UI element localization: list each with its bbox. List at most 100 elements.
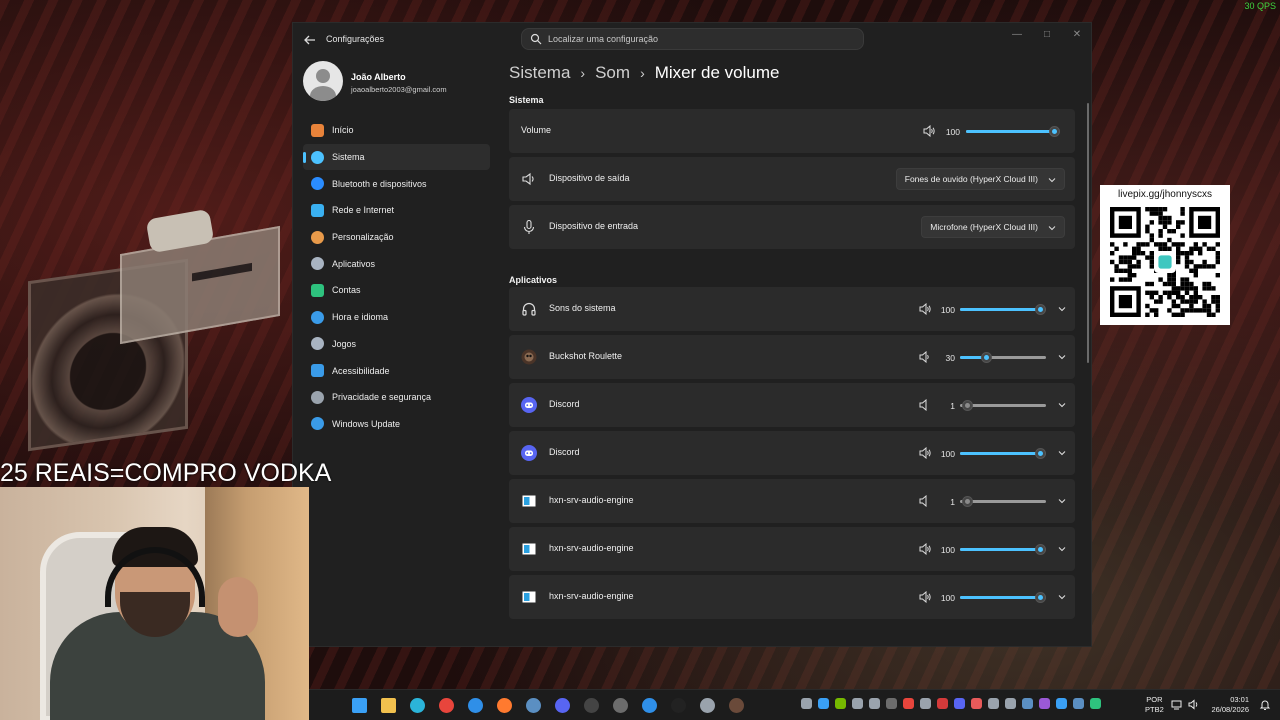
slider-thumb[interactable] — [1035, 304, 1046, 315]
tray-app-icon[interactable] — [818, 698, 829, 709]
tray-app-icon[interactable] — [886, 698, 897, 709]
settings-icon[interactable] — [697, 695, 718, 716]
speaker-volume-icon[interactable] — [919, 351, 931, 363]
buckshot-roulette-icon — [521, 349, 537, 365]
breadcrumb-sistema[interactable]: Sistema — [509, 63, 570, 82]
input-device-dropdown[interactable]: Microfone (HyperX Cloud III) — [921, 216, 1065, 238]
sidebar-item-bluetooth[interactable]: Bluetooth e dispositivos — [303, 170, 490, 197]
tray-app-icon[interactable] — [801, 698, 812, 709]
slider-thumb[interactable] — [1035, 448, 1046, 459]
sidebar-item-brush[interactable]: Personalização — [303, 224, 490, 251]
app-volume-value: 100 — [940, 545, 955, 555]
tray-app-icon[interactable] — [1022, 698, 1033, 709]
sidebar-item-apps[interactable]: Aplicativos — [303, 250, 490, 277]
clock[interactable]: 03:01 26/08/2026 — [1205, 695, 1249, 715]
file-explorer-icon[interactable] — [378, 695, 399, 716]
tray-app-icon[interactable] — [835, 698, 846, 709]
expand-chevron-icon[interactable] — [1057, 496, 1067, 506]
sidebar-item-label: Início — [332, 125, 354, 136]
slider-thumb[interactable] — [1049, 126, 1060, 137]
speaker-volume-icon[interactable] — [923, 125, 935, 137]
battlenet-2-icon-glyph — [642, 698, 657, 713]
master-volume-slider[interactable] — [966, 126, 1060, 137]
maximize-button[interactable]: □ — [1036, 26, 1058, 44]
minimize-button[interactable]: — — [1006, 26, 1028, 44]
output-device-label: Dispositivo de saída — [549, 173, 630, 183]
tray-app-icon[interactable] — [869, 698, 880, 709]
tray-app-icon[interactable] — [954, 698, 965, 709]
tray-app-icon[interactable] — [971, 698, 982, 709]
slider-thumb[interactable] — [961, 496, 973, 507]
speaker-volume-icon[interactable] — [919, 543, 931, 555]
slider-fill — [960, 308, 1040, 311]
breadcrumb-som[interactable]: Som — [595, 63, 630, 82]
nvidia-icon[interactable] — [610, 695, 631, 716]
output-device-dropdown[interactable]: Fones de ouvido (HyperX Cloud III) — [895, 168, 1065, 190]
chrome-icon[interactable] — [436, 695, 457, 716]
tray-app-icon[interactable] — [988, 698, 999, 709]
app-volume-slider[interactable] — [960, 352, 1046, 363]
app-volume-slider[interactable] — [960, 448, 1046, 459]
notification-bell-icon[interactable] — [1259, 699, 1271, 711]
expand-chevron-icon[interactable] — [1057, 400, 1067, 410]
discord-icon[interactable] — [552, 695, 573, 716]
sidebar-item-wifi[interactable]: Rede e Internet — [303, 197, 490, 224]
slider-thumb[interactable] — [980, 352, 992, 363]
tray-app-icon[interactable] — [920, 698, 931, 709]
edge-icon[interactable] — [407, 695, 428, 716]
tray-app-icon[interactable] — [1090, 698, 1101, 709]
tray-app-icon[interactable] — [1005, 698, 1016, 709]
sidebar-item-windows-update[interactable]: Windows Update — [303, 411, 490, 438]
app-volume-slider[interactable] — [960, 496, 1046, 507]
sidebar-item-accounts[interactable]: Contas — [303, 277, 490, 304]
sidebar-item-system[interactable]: Sistema — [303, 143, 490, 171]
back-arrow-icon[interactable] — [303, 33, 317, 47]
slider-thumb[interactable] — [961, 400, 973, 411]
language-indicator[interactable]: POR PTB2 — [1145, 695, 1164, 715]
windows-start-icon[interactable] — [349, 695, 370, 716]
sidebar-item-home[interactable]: Início — [303, 117, 490, 144]
firefox-icon[interactable] — [494, 695, 515, 716]
expand-chevron-icon[interactable] — [1057, 592, 1067, 602]
sidebar-item-shield[interactable]: Privacidade e segurança — [303, 384, 490, 411]
obs-icon[interactable] — [581, 695, 602, 716]
battlenet-icon[interactable] — [465, 695, 486, 716]
slider-thumb[interactable] — [1035, 592, 1046, 603]
speaker-volume-icon[interactable] — [919, 591, 931, 603]
app-volume-slider[interactable] — [960, 544, 1046, 555]
expand-chevron-icon[interactable] — [1057, 352, 1067, 362]
search-box[interactable] — [521, 28, 864, 50]
windows-start-icon-glyph — [352, 698, 367, 713]
steam-icon[interactable] — [523, 695, 544, 716]
app-volume-slider[interactable] — [960, 592, 1046, 603]
search-input[interactable] — [548, 31, 848, 47]
buckshot-roulette-icon[interactable] — [726, 695, 747, 716]
app-volume-row: hxn-srv-audio-engine 100 — [509, 527, 1075, 571]
sidebar-item-clock-globe[interactable]: Hora e idioma — [303, 304, 490, 331]
sidebar-item-gamepad[interactable]: Jogos — [303, 331, 490, 358]
tray-app-icon[interactable] — [1056, 698, 1067, 709]
user-profile[interactable]: João Alberto joaoalberto2003@gmail.com — [303, 61, 493, 101]
expand-chevron-icon[interactable] — [1057, 304, 1067, 314]
lens-icon[interactable] — [668, 695, 689, 716]
scrollbar[interactable] — [1087, 103, 1089, 363]
expand-chevron-icon[interactable] — [1057, 544, 1067, 554]
tray-app-icon[interactable] — [1039, 698, 1050, 709]
tray-app-icon[interactable] — [903, 698, 914, 709]
tray-app-icon[interactable] — [852, 698, 863, 709]
expand-chevron-icon[interactable] — [1057, 448, 1067, 458]
app-volume-slider[interactable] — [960, 304, 1046, 315]
speaker-volume-icon[interactable] — [919, 495, 931, 507]
tray-app-icon[interactable] — [1073, 698, 1084, 709]
battlenet-2-icon[interactable] — [639, 695, 660, 716]
quick-settings[interactable] — [1171, 699, 1199, 710]
slider-thumb[interactable] — [1035, 544, 1046, 555]
sidebar-item-accessibility[interactable]: Acessibilidade — [303, 357, 490, 384]
speaker-volume-icon[interactable] — [919, 447, 931, 459]
app-volume-slider[interactable] — [960, 400, 1046, 411]
speaker-volume-icon[interactable] — [919, 399, 931, 411]
title-bar: Configurações — □ ✕ — [293, 23, 1091, 55]
tray-app-icon[interactable] — [937, 698, 948, 709]
close-button[interactable]: ✕ — [1066, 26, 1088, 44]
speaker-volume-icon[interactable] — [919, 303, 931, 315]
